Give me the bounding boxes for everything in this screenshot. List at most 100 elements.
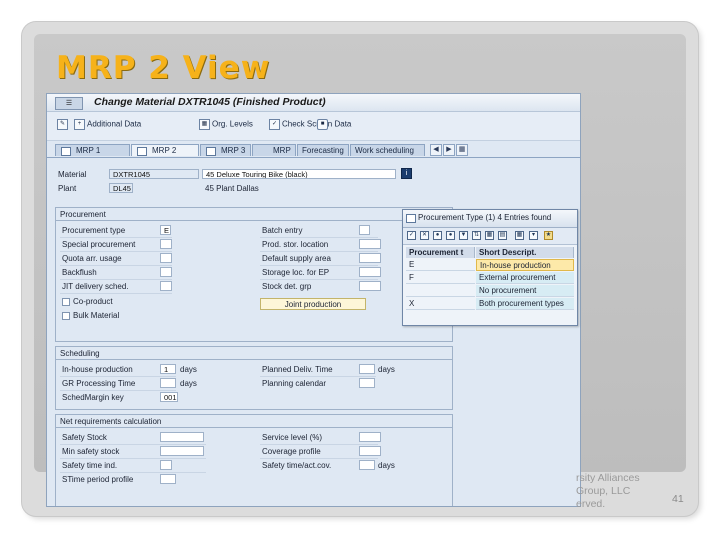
in-house-production-field[interactable]: 1: [160, 364, 176, 374]
checkmark-icon[interactable]: ✓: [407, 231, 416, 240]
popup-row-desc[interactable]: External procurement: [476, 272, 574, 284]
find-next-icon[interactable]: ●: [446, 231, 455, 240]
safety-time-ind-field[interactable]: [160, 460, 172, 470]
schedmargin-key-field[interactable]: 001: [160, 392, 178, 402]
table-settings-icon[interactable]: ▦: [515, 231, 524, 240]
bulk-material-checkbox[interactable]: [62, 312, 70, 320]
material-field: DXTR1045: [109, 169, 199, 179]
binoculars-icon[interactable]: ●: [433, 231, 442, 240]
tab-list-icon[interactable]: ▦: [456, 144, 468, 156]
tab-forecasting[interactable]: Forecasting: [297, 144, 349, 156]
tab-work-scheduling[interactable]: Work scheduling: [350, 144, 425, 156]
tab-icon: [137, 147, 147, 156]
row-divider: [60, 444, 206, 445]
popup-row-code[interactable]: F: [406, 272, 475, 284]
tab-scroll-left-icon[interactable]: ◀: [430, 144, 442, 156]
procurement-type-field[interactable]: E: [160, 225, 171, 235]
quota-arr-usage-label: Quota arr. usage: [62, 254, 122, 263]
procurement-group-title: Procurement: [60, 210, 106, 219]
backflush-field[interactable]: [160, 267, 172, 277]
planned-deliv-time-unit: days: [378, 365, 395, 374]
safety-time-ind-label: Safety time ind.: [62, 461, 118, 470]
planned-deliv-time-field[interactable]: [359, 364, 375, 374]
planning-calendar-field[interactable]: [359, 378, 375, 388]
planning-calendar-label: Planning calendar: [262, 379, 327, 388]
jit-delivery-field[interactable]: [160, 281, 172, 291]
safety-stock-field[interactable]: [160, 432, 204, 442]
stock-det-grp-label: Stock det. grp: [262, 282, 312, 291]
filter-icon[interactable]: ▼: [459, 231, 468, 240]
procurement-group: Procurement Procurement type E Special p…: [55, 207, 453, 342]
org-levels-button[interactable]: ▦ Org. Levels: [199, 119, 253, 130]
popup-row-code[interactable]: X: [406, 298, 475, 310]
special-procurement-field[interactable]: [160, 239, 172, 249]
storage-loc-ep-field[interactable]: [359, 267, 381, 277]
procurement-type-popup: Procurement Type (1) 4 Entries found ✓ ✕…: [402, 209, 578, 326]
scheduling-group: Scheduling In-house production 1 days GR…: [55, 346, 453, 410]
min-safety-stock-label: Min safety stock: [62, 447, 120, 456]
personal-list-icon[interactable]: ★: [544, 231, 553, 240]
row-divider: [60, 390, 176, 391]
min-safety-stock-field[interactable]: [160, 446, 204, 456]
popup-row-desc-selected[interactable]: In-house production: [476, 259, 574, 271]
popup-row-desc[interactable]: Both procurement types: [476, 298, 574, 310]
tab-scroll-right-icon[interactable]: ▶: [443, 144, 455, 156]
safety-time-act-cov-field[interactable]: [359, 460, 375, 470]
popup-row-desc[interactable]: No procurement: [476, 285, 574, 297]
special-procurement-label: Special procurement: [62, 240, 136, 249]
service-level-field[interactable]: [359, 432, 381, 442]
tab-mrp-2[interactable]: MRP 2: [131, 144, 199, 156]
row-divider: [60, 376, 176, 377]
popup-window-icon: [406, 214, 416, 223]
co-product-checkbox[interactable]: [62, 298, 70, 306]
net-requirements-divider: [56, 427, 452, 428]
prod-stor-location-field[interactable]: [359, 239, 381, 249]
default-supply-area-field[interactable]: [359, 253, 381, 263]
material-label: Material: [58, 170, 87, 179]
display-change-button[interactable]: ✎: [57, 119, 70, 130]
help-icon[interactable]: ▾: [529, 231, 538, 240]
planned-deliv-time-label: Planned Deliv. Time: [262, 365, 333, 374]
row-divider: [60, 293, 172, 294]
footer-copyright: rsity Alliances Group, LLC erved.: [576, 472, 686, 511]
lock-icon: ■: [317, 119, 328, 130]
tab-icon: [206, 147, 216, 156]
print-icon[interactable]: ▤: [498, 231, 507, 240]
close-icon[interactable]: ✕: [420, 231, 429, 240]
popup-row-code[interactable]: [406, 285, 475, 297]
row-divider: [260, 279, 378, 280]
popup-col-desc-header[interactable]: Short Descript.: [476, 247, 574, 258]
sort-icon[interactable]: ⇅: [472, 231, 481, 240]
in-house-production-unit: days: [180, 365, 197, 374]
safety-stock-label: Safety Stock: [62, 433, 107, 442]
safety-time-act-cov-unit: days: [378, 461, 395, 470]
tab-mrp-3[interactable]: MRP 3: [200, 144, 251, 156]
tab-icon: [61, 147, 71, 156]
bulk-material-label: Bulk Material: [73, 311, 120, 320]
additional-data-button[interactable]: + Additional Data: [74, 119, 141, 130]
scheduling-group-title: Scheduling: [60, 349, 100, 358]
coverage-profile-field[interactable]: [359, 446, 381, 456]
check-screen-data-button[interactable]: ✓Check Screen Data: [269, 119, 351, 130]
gr-processing-time-field[interactable]: [160, 378, 176, 388]
batch-entry-field[interactable]: [359, 225, 370, 235]
sap-menu-icon[interactable]: ☰: [55, 97, 83, 110]
stime-period-profile-field[interactable]: [160, 474, 176, 484]
lock-button[interactable]: ■: [317, 119, 330, 130]
tab-mrp-4[interactable]: MRP 4: [252, 144, 296, 167]
procurement-divider: [56, 220, 452, 221]
stock-det-grp-field[interactable]: [359, 281, 381, 291]
joint-production-button[interactable]: Joint production: [260, 298, 366, 310]
batch-entry-label: Batch entry: [262, 226, 303, 235]
slide-title: MRP 2 View: [56, 50, 271, 86]
layout-icon[interactable]: ▦: [485, 231, 494, 240]
info-icon[interactable]: i: [401, 168, 412, 179]
row-divider: [60, 251, 172, 252]
row-divider: [260, 376, 376, 377]
gr-processing-time-unit: days: [180, 379, 197, 388]
plant-description: 45 Plant Dallas: [205, 184, 259, 193]
tab-mrp-1[interactable]: MRP 1: [55, 144, 130, 156]
popup-col-code-header[interactable]: Procurement t: [406, 247, 475, 258]
popup-row-code[interactable]: E: [406, 259, 475, 271]
quota-arr-usage-field[interactable]: [160, 253, 172, 263]
